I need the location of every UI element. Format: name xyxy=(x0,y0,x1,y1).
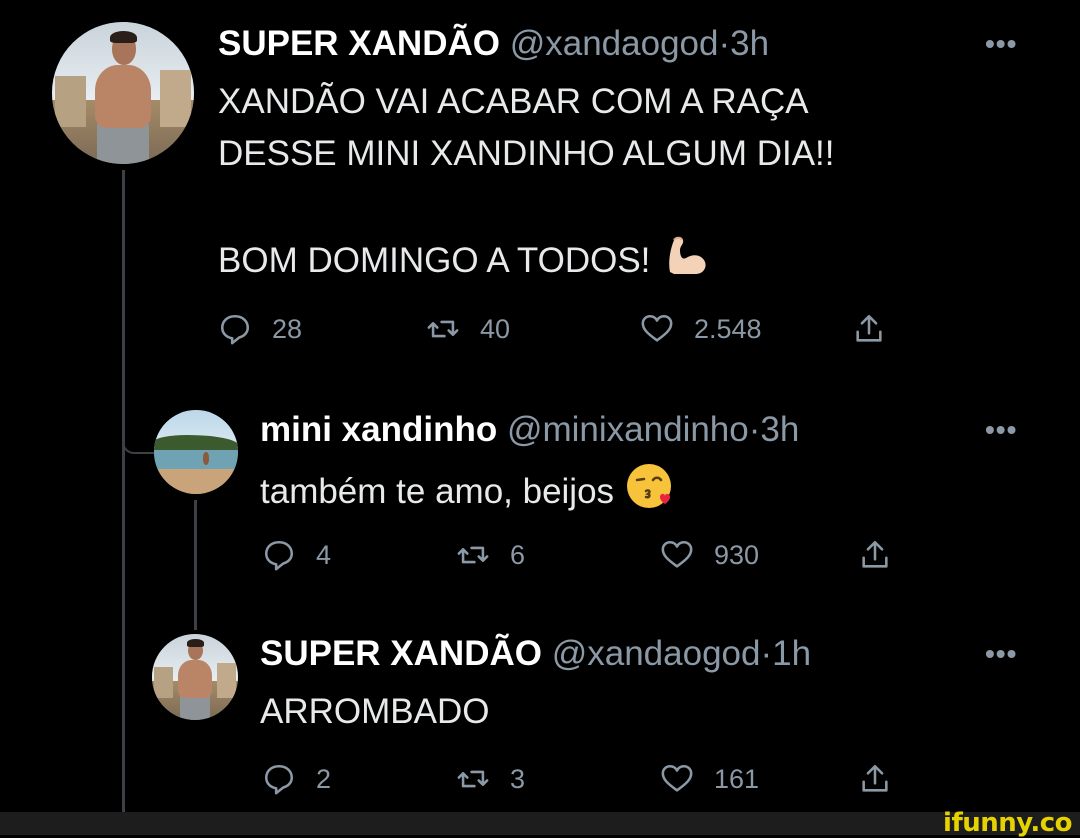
retweet-icon xyxy=(457,546,489,564)
ifunny-watermark: ifunny.co xyxy=(943,808,1072,838)
display-name[interactable]: SUPER XANDÃO xyxy=(218,24,500,63)
tweet-header: mini xandinho @minixandinho·3h xyxy=(260,410,799,450)
thread-line-reply xyxy=(194,500,197,630)
user-handle[interactable]: @xandaogod xyxy=(552,634,761,673)
avatar-super-xandao[interactable] xyxy=(152,634,238,720)
heart-icon xyxy=(661,764,693,792)
more-options-icon[interactable]: ••• xyxy=(985,414,1017,446)
avatar-mini-xandinho[interactable] xyxy=(154,410,238,494)
tweet-line: DESSE MINI XANDINHO ALGUM DIA!! xyxy=(218,134,835,173)
retweet-count: 3 xyxy=(510,763,526,794)
timestamp[interactable]: 3h xyxy=(730,24,769,63)
share-icon xyxy=(862,540,888,568)
separator: · xyxy=(760,634,773,673)
reply-count: 28 xyxy=(272,313,303,344)
tweet-text: ARROMBADO xyxy=(260,686,489,738)
share-button[interactable] xyxy=(858,762,892,796)
thread-branch xyxy=(122,390,156,454)
reply-icon xyxy=(264,764,294,795)
share-icon xyxy=(862,764,888,792)
retweet-button[interactable]: 6 xyxy=(456,538,525,572)
reply-button[interactable]: 2 xyxy=(262,762,331,796)
share-button[interactable] xyxy=(858,538,892,572)
tweet-line: também te amo, beijos xyxy=(260,471,615,511)
tweet-line xyxy=(218,180,835,232)
retweet-count: 40 xyxy=(480,313,511,344)
retweet-icon xyxy=(457,770,489,788)
reply-button[interactable]: 28 xyxy=(218,312,302,346)
like-count: 161 xyxy=(714,763,760,794)
separator: · xyxy=(718,24,731,63)
tweet-line: ARROMBADO xyxy=(260,692,490,731)
retweet-button[interactable]: 40 xyxy=(426,312,510,346)
like-count: 930 xyxy=(714,539,760,570)
user-handle[interactable]: @minixandinho xyxy=(507,410,749,449)
tweet-text: XANDÃO VAI ACABAR COM A RAÇA DESSE MINI … xyxy=(218,76,835,293)
more-options-icon[interactable]: ••• xyxy=(985,28,1017,60)
reply-count: 4 xyxy=(316,539,332,570)
user-handle[interactable]: @xandaogod xyxy=(510,24,719,63)
heart-icon xyxy=(641,314,673,342)
footer-bar xyxy=(0,812,1080,835)
face-blowing-kiss-icon xyxy=(624,461,674,526)
reply-count: 2 xyxy=(316,763,332,794)
tweet-header: SUPER XANDÃO @xandaogod·1h xyxy=(260,634,811,674)
like-count: 2.548 xyxy=(694,313,762,344)
display-name[interactable]: mini xandinho xyxy=(260,410,497,449)
like-button[interactable]: 161 xyxy=(660,762,759,796)
tweet-line-with-emoji: BOM DOMINGO A TODOS! xyxy=(218,232,835,293)
display-name[interactable]: SUPER XANDÃO xyxy=(260,634,542,673)
heart-icon xyxy=(661,540,693,568)
retweet-button[interactable]: 3 xyxy=(456,762,525,796)
timestamp[interactable]: 3h xyxy=(760,410,799,449)
separator: · xyxy=(748,410,761,449)
thread-line-main xyxy=(122,170,125,815)
reply-icon xyxy=(220,314,250,345)
reply-icon xyxy=(264,540,294,571)
retweet-icon xyxy=(427,320,459,338)
tweet-header: SUPER XANDÃO @xandaogod·3h xyxy=(218,24,769,64)
timestamp[interactable]: 1h xyxy=(772,634,811,673)
share-icon xyxy=(856,314,882,342)
retweet-count: 6 xyxy=(510,539,526,570)
like-button[interactable]: 2.548 xyxy=(640,312,762,346)
flexed-biceps-icon xyxy=(660,232,710,293)
more-options-icon[interactable]: ••• xyxy=(985,638,1017,670)
reply-button[interactable]: 4 xyxy=(262,538,331,572)
tweet-text: também te amo, beijos xyxy=(260,461,674,526)
avatar-super-xandao[interactable] xyxy=(52,22,194,164)
tweet-line: BOM DOMINGO A TODOS! xyxy=(218,240,651,280)
tweet-line: XANDÃO VAI ACABAR COM A RAÇA xyxy=(218,82,809,121)
like-button[interactable]: 930 xyxy=(660,538,759,572)
share-button[interactable] xyxy=(852,312,886,346)
